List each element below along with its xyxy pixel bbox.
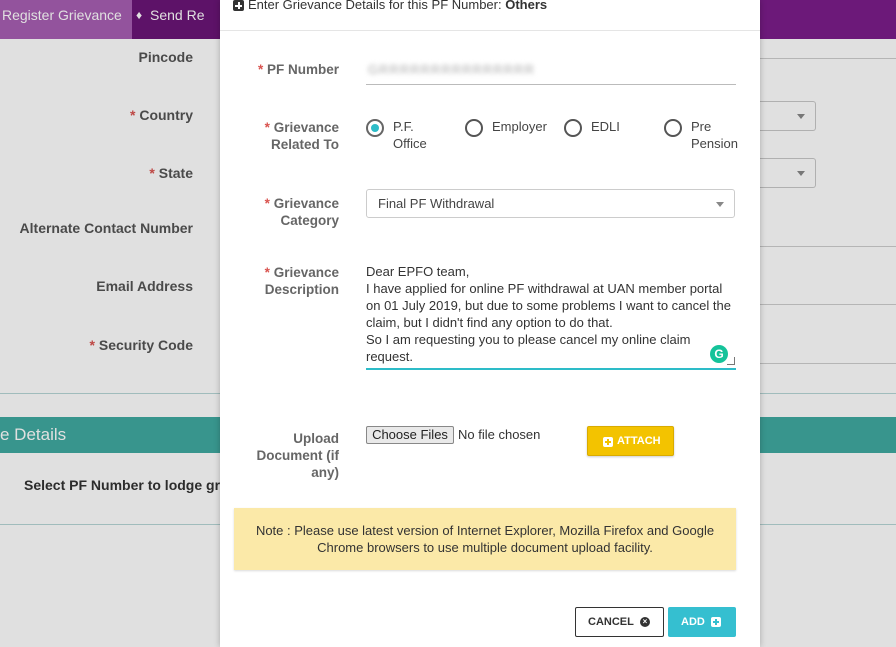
grievance-category-label: * Grievance Category	[264, 196, 339, 228]
grievance-description-label: * Grievance Description	[264, 265, 339, 297]
grievance-description-text: Dear EPFO team, I have applied for onlin…	[366, 264, 731, 364]
grievance-category-select[interactable]: Final PF Withdrawal	[366, 189, 735, 218]
modal-title: Enter Grievance Details for this PF Numb…	[248, 0, 548, 12]
upload-document-label: Upload Document (if any)	[256, 431, 340, 480]
pf-number-field: GRRRRRRRRRRRRRRR	[366, 60, 736, 85]
plus-square-icon	[233, 0, 244, 11]
pf-number-label: * PF Number	[257, 62, 339, 77]
browser-note-text: Note : Please use latest version of Inte…	[255, 523, 715, 555]
attach-label: ATTACH	[617, 435, 661, 447]
resize-handle-icon[interactable]	[727, 357, 735, 365]
cancel-button[interactable]: CANCEL ×	[575, 607, 664, 637]
browser-note: Note : Please use latest version of Inte…	[234, 508, 736, 570]
cancel-label: CANCEL	[588, 616, 634, 628]
times-circle-icon: ×	[640, 617, 650, 627]
radio-circle[interactable]	[465, 119, 483, 137]
add-label: ADD	[681, 616, 705, 628]
radio-label: Employer	[492, 119, 547, 134]
grievance-description-textarea[interactable]: Dear EPFO team, I have applied for onlin…	[366, 260, 736, 370]
grievance-related-to-label: * Grievance Related To	[264, 120, 339, 152]
chevron-down-icon	[716, 202, 724, 207]
plus-square-icon	[603, 437, 613, 447]
plus-square-icon	[711, 617, 721, 627]
radio-label: EDLI	[591, 119, 620, 134]
file-status-text: No file chosen	[458, 427, 541, 442]
add-button[interactable]: ADD	[668, 607, 736, 637]
radio-circle[interactable]	[664, 119, 682, 137]
radio-circle[interactable]	[564, 119, 582, 137]
modal-header: Enter Grievance Details for this PF Numb…	[220, 0, 760, 31]
radio-label: Pre Pension	[691, 119, 738, 151]
radio-circle[interactable]	[366, 119, 384, 137]
choose-files-button[interactable]: Choose Files	[366, 426, 454, 444]
attach-button[interactable]: ATTACH	[587, 426, 674, 456]
radio-label: P.F. Office	[393, 119, 427, 151]
grammarly-icon[interactable]: G	[710, 345, 728, 363]
grievance-category-value: Final PF Withdrawal	[378, 196, 495, 211]
pf-number-value: GRRRRRRRRRRRRRRR	[368, 62, 535, 77]
grievance-details-modal: Enter Grievance Details for this PF Numb…	[220, 0, 760, 647]
